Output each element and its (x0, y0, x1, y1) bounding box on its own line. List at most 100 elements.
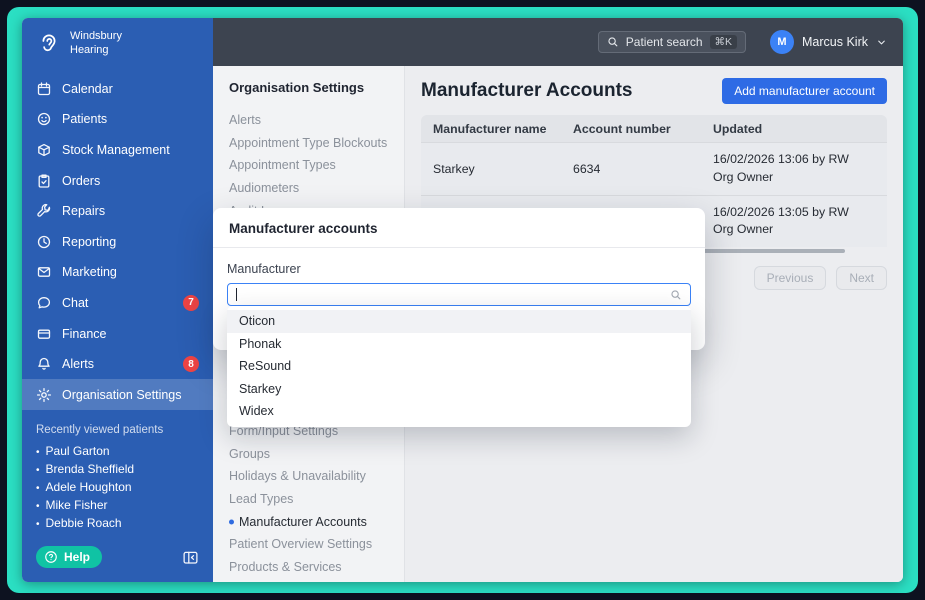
sidebar-item-orders[interactable]: Orders (22, 165, 213, 196)
recent-patients-title: Recently viewed patients (36, 424, 164, 437)
envelope-icon (36, 264, 52, 280)
patient-search-label: Patient search (625, 35, 703, 49)
clipboard-check-icon (36, 173, 52, 189)
text-caret (236, 288, 237, 301)
sidebar-item-chat[interactable]: Chat 7 (22, 288, 213, 319)
table-header-row: Manufacturer name Account number Updated (421, 115, 887, 142)
chat-bubble-icon (36, 295, 52, 311)
sidebar-item-label: Marketing (62, 265, 117, 280)
help-button[interactable]: Help (36, 546, 103, 568)
cell-account-number: 6634 (573, 161, 601, 176)
settings-nav-item-appointment-types[interactable]: Appointment Types (229, 154, 388, 177)
collapse-sidebar-icon[interactable] (182, 549, 199, 566)
dropdown-option-oticon[interactable]: Oticon (227, 310, 691, 333)
table-row[interactable]: Starkey 6634 16/02/2026 13:06 by RW Org … (421, 142, 887, 195)
updated-by-role: Org Owner (713, 222, 774, 237)
patients-icon (36, 111, 52, 127)
sidebar-item-alerts[interactable]: Alerts 8 (22, 349, 213, 380)
dropdown-option-widex[interactable]: Widex (227, 400, 691, 423)
ear-logo-icon (36, 31, 62, 57)
settings-nav-item-groups[interactable]: Groups (229, 443, 388, 466)
help-button-label: Help (64, 550, 91, 564)
recent-patient-link[interactable]: Debbie Roach (36, 515, 199, 533)
modal-body: Manufacturer (213, 248, 705, 314)
sidebar-item-reporting[interactable]: Reporting (22, 226, 213, 257)
wrench-icon (36, 203, 52, 219)
credit-card-icon (36, 326, 52, 342)
chevron-down-icon (876, 37, 887, 48)
user-menu[interactable]: M Marcus Kirk (770, 30, 887, 54)
question-circle-icon (44, 550, 58, 564)
chat-unread-badge: 7 (183, 294, 199, 311)
brand-name: Windsbury Hearing (70, 30, 122, 58)
sidebar-item-finance[interactable]: Finance (22, 318, 213, 349)
settings-nav-item-products-services[interactable]: Products & Services (229, 556, 388, 579)
updated-by-role: Org Owner (713, 169, 774, 184)
dropdown-option-phonak[interactable]: Phonak (227, 333, 691, 356)
dropdown-option-starkey[interactable]: Starkey (227, 378, 691, 401)
settings-nav-item-audiometers[interactable]: Audiometers (229, 177, 388, 200)
settings-nav-item-appointment-type-blockouts[interactable]: Appointment Type Blockouts (229, 132, 388, 155)
sidebar-item-label: Organisation Settings (62, 387, 182, 402)
sidebar-menu: Calendar Patients Stock Management Order… (22, 74, 213, 411)
alerts-count-badge: 8 (183, 356, 199, 373)
recently-viewed-patients: Recently viewed patients Paul Garton Bre… (22, 424, 213, 533)
sidebar-item-patients[interactable]: Patients (22, 104, 213, 135)
sidebar-item-calendar[interactable]: Calendar (22, 74, 213, 105)
window-frame: Windsbury Hearing Calendar Patients Stoc… (0, 0, 925, 600)
search-icon (607, 36, 619, 48)
previous-page-button[interactable]: Previous (753, 266, 827, 291)
sidebar-item-label: Calendar (62, 81, 113, 96)
recent-patient-link[interactable]: Paul Garton (36, 443, 199, 461)
app-window: Windsbury Hearing Calendar Patients Stoc… (22, 18, 903, 582)
sidebar-item-repairs[interactable]: Repairs (22, 196, 213, 227)
manufacturer-search-input[interactable] (227, 283, 691, 306)
gear-icon (36, 387, 52, 403)
modal-title: Manufacturer accounts (213, 208, 705, 248)
recent-patient-link[interactable]: Mike Fisher (36, 497, 199, 515)
search-icon (670, 289, 682, 301)
sidebar-item-label: Stock Management (62, 142, 170, 157)
add-manufacturer-account-button[interactable]: Add manufacturer account (722, 78, 887, 104)
sidebar-item-label: Alerts (62, 357, 94, 372)
sidebar-item-label: Chat (62, 295, 89, 310)
brand-name-line2: Hearing (70, 43, 109, 56)
settings-nav-item-manufacturer-accounts[interactable]: Manufacturer Accounts (229, 510, 388, 533)
recent-patient-link[interactable]: Brenda Sheffield (36, 461, 199, 479)
sidebar-item-label: Orders (62, 173, 101, 188)
topbar: Patient search ⌘K M Marcus Kirk (213, 18, 903, 66)
settings-nav-item-lead-types[interactable]: Lead Types (229, 488, 388, 511)
brand: Windsbury Hearing (22, 18, 213, 62)
brand-name-line1: Windsbury (70, 30, 122, 42)
cell-updated: 16/02/2026 13:06 by RW Org Owner (701, 143, 887, 195)
patient-search-button[interactable]: Patient search ⌘K (597, 31, 747, 53)
clock-icon (36, 234, 52, 250)
frame-accent: Windsbury Hearing Calendar Patients Stoc… (7, 7, 918, 593)
settings-nav-item-patient-overview-settings[interactable]: Patient Overview Settings (229, 533, 388, 556)
column-header-account-number: Account number (573, 121, 671, 136)
sidebar-item-label: Finance (62, 326, 107, 341)
keyboard-shortcut-badge: ⌘K (709, 35, 738, 49)
column-header-manufacturer-name: Manufacturer name (433, 121, 547, 136)
sidebar-item-marketing[interactable]: Marketing (22, 257, 213, 288)
bell-icon (36, 356, 52, 372)
next-page-button[interactable]: Next (836, 266, 887, 291)
sidebar-footer: Help (22, 534, 213, 582)
cell-manufacturer-name: Starkey (433, 161, 475, 176)
settings-nav-item-holidays-unavailability[interactable]: Holidays & Unavailability (229, 465, 388, 488)
sidebar-item-organisation-settings[interactable]: Organisation Settings (22, 379, 213, 411)
sidebar-item-stock-management[interactable]: Stock Management (22, 135, 213, 166)
manufacturer-options-dropdown: Oticon Phonak ReSound Starkey Widex (227, 306, 691, 427)
page-title: Manufacturer Accounts (421, 80, 633, 101)
sidebar-item-label: Patients (62, 112, 108, 127)
dropdown-option-resound[interactable]: ReSound (227, 355, 691, 378)
box-icon (36, 142, 52, 158)
main-header: Manufacturer Accounts Add manufacturer a… (421, 78, 887, 104)
sidebar: Windsbury Hearing Calendar Patients Stoc… (22, 18, 213, 582)
recent-patient-link[interactable]: Adele Houghton (36, 479, 199, 497)
manufacturer-field-label: Manufacturer (227, 262, 301, 276)
settings-nav-title: Organisation Settings (229, 80, 365, 95)
user-name: Marcus Kirk (802, 35, 868, 49)
avatar: M (770, 30, 795, 54)
settings-nav-item-alerts[interactable]: Alerts (229, 109, 388, 132)
